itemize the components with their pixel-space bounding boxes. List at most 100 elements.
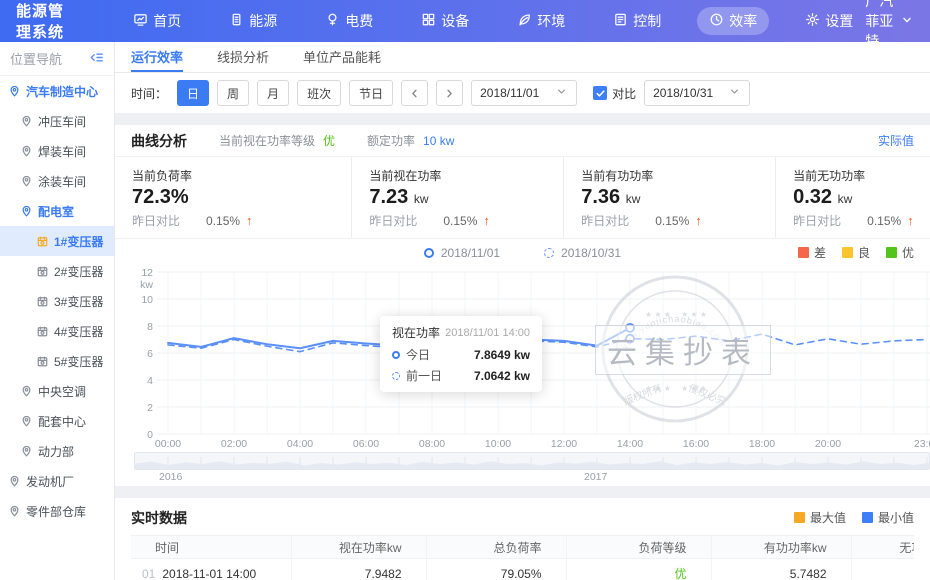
table-row: 012018-11-01 14:007.948279.05%优5.7482 — [131, 559, 914, 580]
sidebar-item-8[interactable]: 3#变压器 — [0, 286, 114, 316]
sidebar-item-14[interactable]: 发动机厂 — [0, 466, 114, 496]
environment-icon — [517, 12, 532, 30]
dashed-circle-icon — [392, 372, 400, 380]
location-sidebar: 位置导航 汽车制造中心冲压车间焊装车间涂装车间配电室1#变压器2#变压器3#变压… — [0, 42, 115, 580]
sidebar-item-1[interactable]: 汽车制造中心 — [0, 76, 114, 106]
sidebar-item-2[interactable]: 冲压车间 — [0, 106, 114, 136]
collapse-sidebar-icon[interactable] — [89, 50, 104, 68]
nav-item-home[interactable]: 首页 — [121, 7, 193, 35]
nav-item-energy[interactable]: 能源 — [217, 7, 289, 35]
nav-item-control[interactable]: 控制 — [601, 7, 673, 35]
column-header-6: 无功功率kw — [851, 536, 914, 559]
svg-text:6: 6 — [147, 348, 153, 360]
svg-text:12: 12 — [141, 267, 153, 279]
sidebar-item-3[interactable]: 焊装车间 — [0, 136, 114, 166]
period-button-4[interactable]: 班次 — [297, 80, 341, 106]
tooltip-title: 视在功率 — [392, 324, 440, 341]
solid-circle-icon — [424, 248, 434, 258]
tooltip-datetime: 2018/11/01 14:00 — [445, 327, 530, 339]
column-header-3: 总负荷率 — [426, 536, 566, 559]
nav-item-settings[interactable]: 设置 — [793, 7, 865, 35]
transformer-icon — [36, 265, 49, 278]
trend-up-icon: ↑ — [907, 213, 914, 228]
svg-text:10:00: 10:00 — [485, 438, 511, 450]
nav-item-device[interactable]: 设备 — [409, 7, 481, 35]
sidebar-item-4[interactable]: 涂装车间 — [0, 166, 114, 196]
top-navbar: 能源管理系统 首页能源电费设备环境控制效率设置 广汽菲亚特 — [0, 0, 930, 42]
curve-analysis-card: 曲线分析 当前视在功率等级 优 额定功率 10 kw 实际值 当前负荷率72.3… — [115, 125, 930, 486]
svg-text:08:00: 08:00 — [419, 438, 445, 450]
metric-card-4: 当前无功功率0.32 kw昨日对比0.15%↑ — [775, 157, 930, 238]
trend-up-icon: ↑ — [246, 213, 253, 228]
svg-text:18:00: 18:00 — [749, 438, 775, 450]
datazoom-slider[interactable] — [134, 452, 930, 470]
rated-power-label: 额定功率 — [367, 132, 415, 149]
metric-card-3: 当前有功功率7.36 kw昨日对比0.15%↑ — [563, 157, 775, 238]
chart-legend: 2018/11/01 2018/10/31 差良优 — [115, 239, 930, 266]
minmax-legend: 最大值最小值 — [794, 509, 914, 526]
location-pin-icon — [8, 475, 21, 488]
location-pin-icon — [20, 415, 33, 428]
sidebar-item-6[interactable]: 1#变压器 — [0, 226, 114, 256]
checkbox-checked-icon — [593, 86, 607, 100]
trend-up-icon: ↑ — [695, 213, 702, 228]
tab-2[interactable]: 线损分析 — [217, 42, 269, 72]
compare-date-select[interactable]: 2018/10/31 — [644, 80, 750, 106]
sidebar-item-10[interactable]: 5#变压器 — [0, 346, 114, 376]
transformer-icon — [36, 355, 49, 368]
nav-item-electricity-fee[interactable]: 电费 — [313, 7, 385, 35]
chart-tooltip: 视在功率 2018/11/01 14:00 今日7.8649 kw前一日7.06… — [380, 316, 542, 392]
transformer-icon — [36, 235, 49, 248]
chevron-down-icon — [555, 85, 568, 101]
sidebar-item-15[interactable]: 零件部仓库 — [0, 496, 114, 526]
tab-1[interactable]: 运行效率 — [131, 42, 183, 72]
rated-power-value: 10 kw — [423, 134, 454, 148]
dashed-circle-icon — [544, 248, 554, 258]
time-filter-label: 时间： — [131, 85, 167, 102]
app-title: 能源管理系统 — [16, 0, 69, 42]
actual-value-link[interactable]: 实际值 — [878, 132, 914, 149]
svg-text:00:00: 00:00 — [155, 438, 181, 450]
svg-text:2: 2 — [147, 402, 153, 414]
power-line-chart[interactable]: 024681012kw00:0002:0004:0006:0008:0010:0… — [115, 266, 930, 452]
period-button-1[interactable]: 日 — [177, 80, 209, 106]
sidebar-title: 位置导航 — [10, 49, 62, 68]
location-pin-icon — [20, 205, 33, 218]
sidebar-item-11[interactable]: 中央空调 — [0, 376, 114, 406]
svg-text:16:00: 16:00 — [683, 438, 709, 450]
series-legend-2[interactable]: 2018/10/31 — [544, 246, 621, 260]
sidebar-item-7[interactable]: 2#变压器 — [0, 256, 114, 286]
power-level-value: 优 — [323, 132, 335, 149]
location-pin-icon — [20, 115, 33, 128]
column-header-2: 视在功率kw — [291, 536, 426, 559]
nav-item-environment[interactable]: 环境 — [505, 7, 577, 35]
grade-legend: 差良优 — [798, 244, 914, 261]
period-button-3[interactable]: 月 — [257, 80, 289, 106]
legend-最小值: 最小值 — [862, 509, 914, 526]
series-legend-1[interactable]: 2018/11/01 — [424, 246, 500, 260]
period-button-2[interactable]: 周 — [217, 80, 249, 106]
location-pin-icon — [20, 175, 33, 188]
compare-checkbox[interactable]: 对比 — [593, 85, 636, 102]
svg-text:06:00: 06:00 — [353, 438, 379, 450]
realtime-data-card: 实时数据 最大值最小值 时间视在功率kw总负荷率负荷等级有功功率kw无功功率kw… — [115, 498, 930, 580]
svg-text:04:00: 04:00 — [287, 438, 313, 450]
prev-date-button[interactable] — [401, 80, 428, 106]
settings-icon — [805, 12, 820, 30]
next-date-button[interactable] — [436, 80, 463, 106]
period-button-5[interactable]: 节日 — [349, 80, 393, 106]
column-header-1: 时间 — [131, 536, 291, 559]
location-pin-icon — [8, 505, 21, 518]
transformer-icon — [36, 325, 49, 338]
sidebar-item-12[interactable]: 配套中心 — [0, 406, 114, 436]
primary-date-select[interactable]: 2018/11/01 — [471, 80, 577, 106]
tab-3[interactable]: 单位产品能耗 — [303, 42, 381, 72]
sidebar-item-5[interactable]: 配电室 — [0, 196, 114, 226]
sidebar-item-9[interactable]: 4#变压器 — [0, 316, 114, 346]
svg-text:10: 10 — [141, 294, 153, 306]
sidebar-item-13[interactable]: 动力部 — [0, 436, 114, 466]
solid-circle-icon — [392, 351, 400, 359]
svg-text:14:00: 14:00 — [617, 438, 643, 450]
nav-item-efficiency[interactable]: 效率 — [697, 7, 769, 35]
legend-最大值: 最大值 — [794, 509, 846, 526]
